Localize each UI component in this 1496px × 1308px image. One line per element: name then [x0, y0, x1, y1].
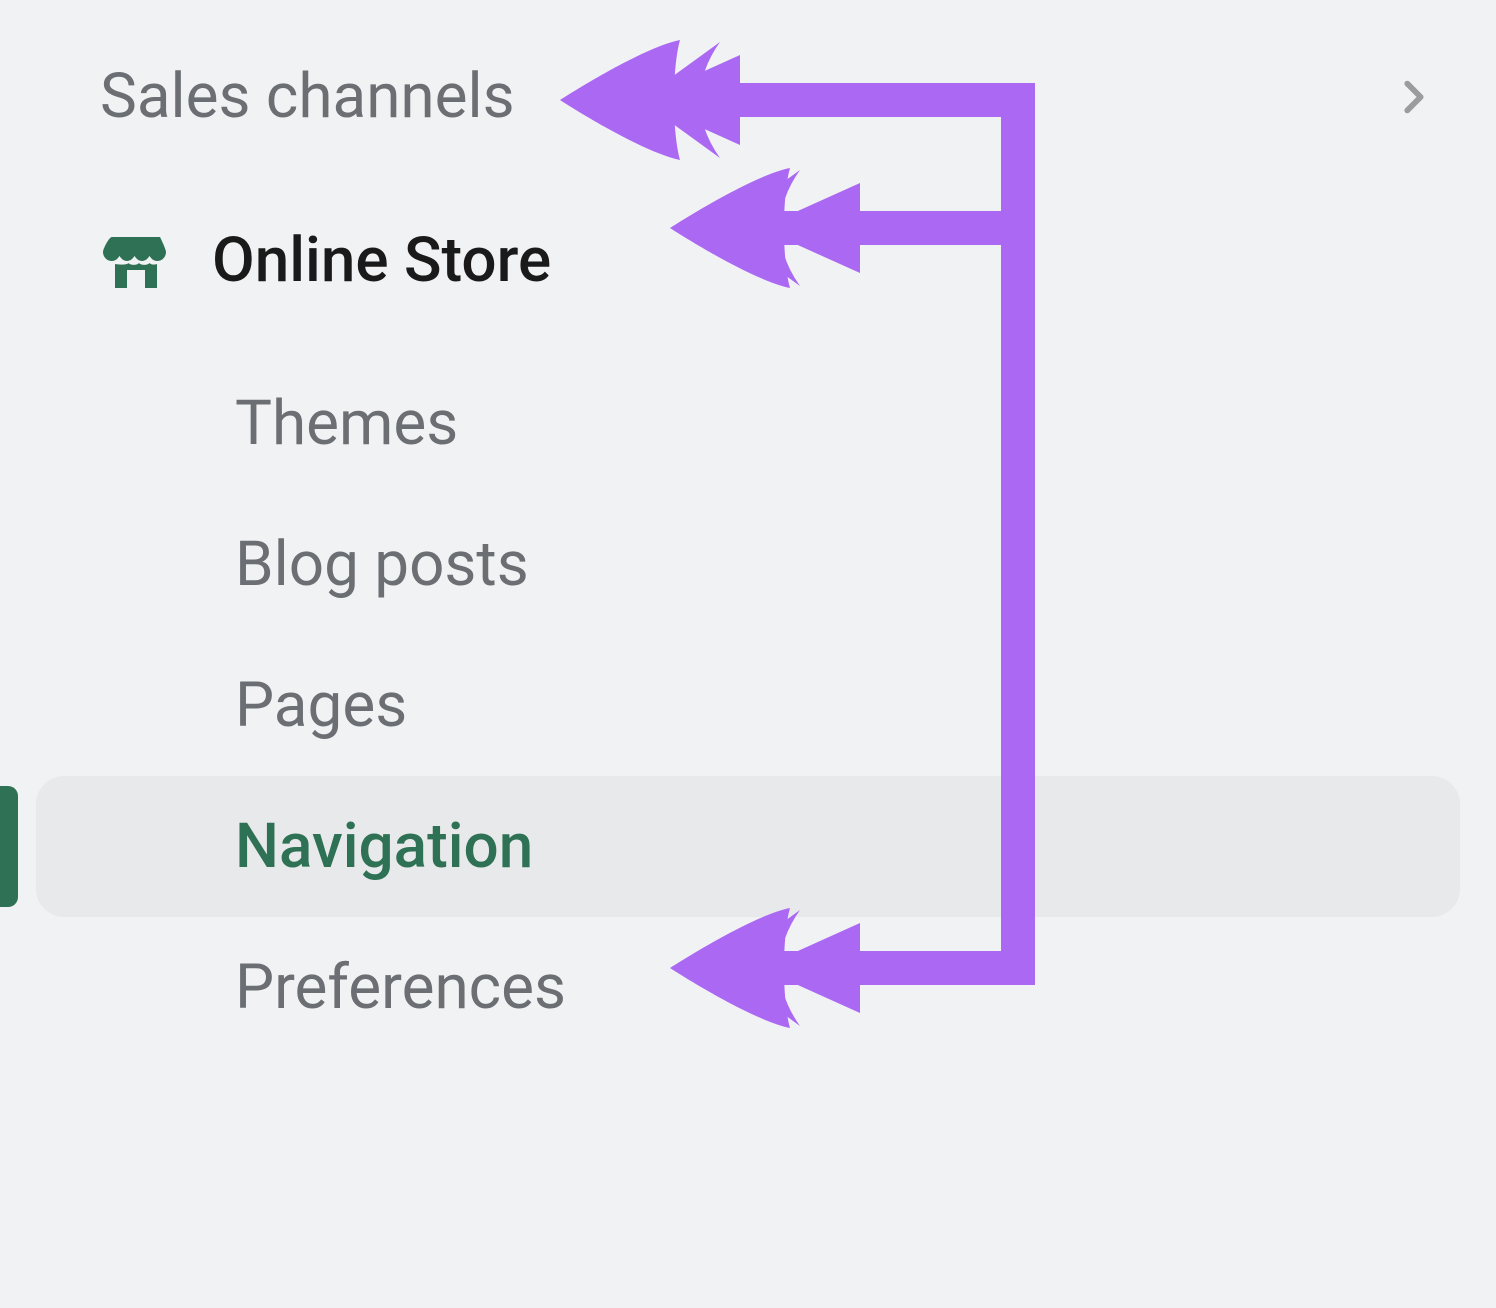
store-icon	[100, 225, 172, 297]
sidebar-item-label: Preferences	[235, 951, 566, 1024]
section-header-label: Sales channels	[100, 60, 515, 133]
chevron-right-icon[interactable]	[1390, 74, 1436, 120]
sidebar-item-pages[interactable]: Pages	[0, 635, 1496, 776]
section-header-sales-channels[interactable]: Sales channels	[0, 50, 1496, 143]
sidebar-item-blog-posts[interactable]: Blog posts	[0, 494, 1496, 635]
sidebar: Sales channels Online Store Themes Blog …	[0, 0, 1496, 1058]
sidebar-subnav: Themes Blog posts Pages Navigation Prefe…	[0, 353, 1496, 1058]
selected-indicator	[0, 786, 18, 907]
sidebar-item-label: Navigation	[235, 810, 533, 883]
sidebar-item-label: Online Store	[212, 224, 551, 297]
sidebar-item-label: Pages	[235, 669, 407, 742]
sidebar-item-label: Themes	[235, 387, 458, 460]
sidebar-item-themes[interactable]: Themes	[0, 353, 1496, 494]
sidebar-item-online-store[interactable]: Online Store	[0, 198, 1496, 323]
sidebar-item-preferences[interactable]: Preferences	[0, 917, 1496, 1058]
sidebar-item-label: Blog posts	[235, 528, 529, 601]
sidebar-item-navigation[interactable]: Navigation	[0, 776, 1496, 917]
